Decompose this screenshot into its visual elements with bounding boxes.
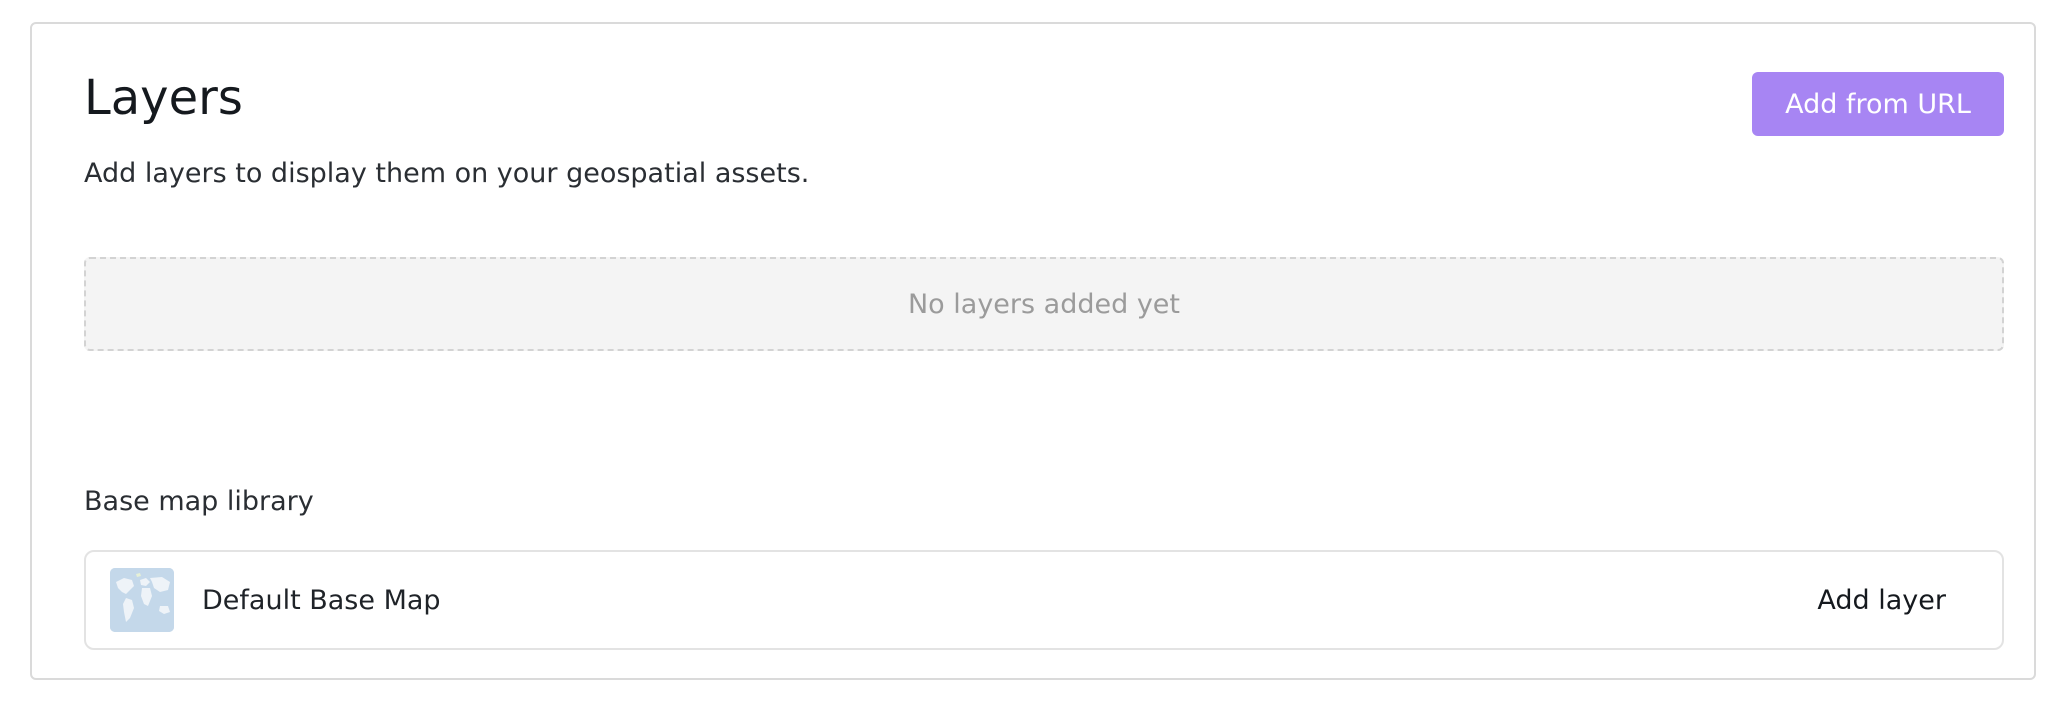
layers-panel: Layers Add layers to display them on you… [30,22,2036,680]
base-map-library-label: Base map library [84,486,314,517]
add-layer-button[interactable]: Add layer [1817,552,1946,648]
add-from-url-button[interactable]: Add from URL [1752,72,2004,136]
page-subtitle: Add layers to display them on your geosp… [84,158,810,189]
page-title: Layers [84,70,243,126]
base-map-name: Default Base Map [202,584,441,616]
empty-state-message: No layers added yet [907,288,1181,320]
base-map-list-item: Default Base Map Add layer [84,550,2004,650]
layers-empty-state: No layers added yet [84,257,2004,351]
world-map-thumbnail-icon [110,568,174,632]
